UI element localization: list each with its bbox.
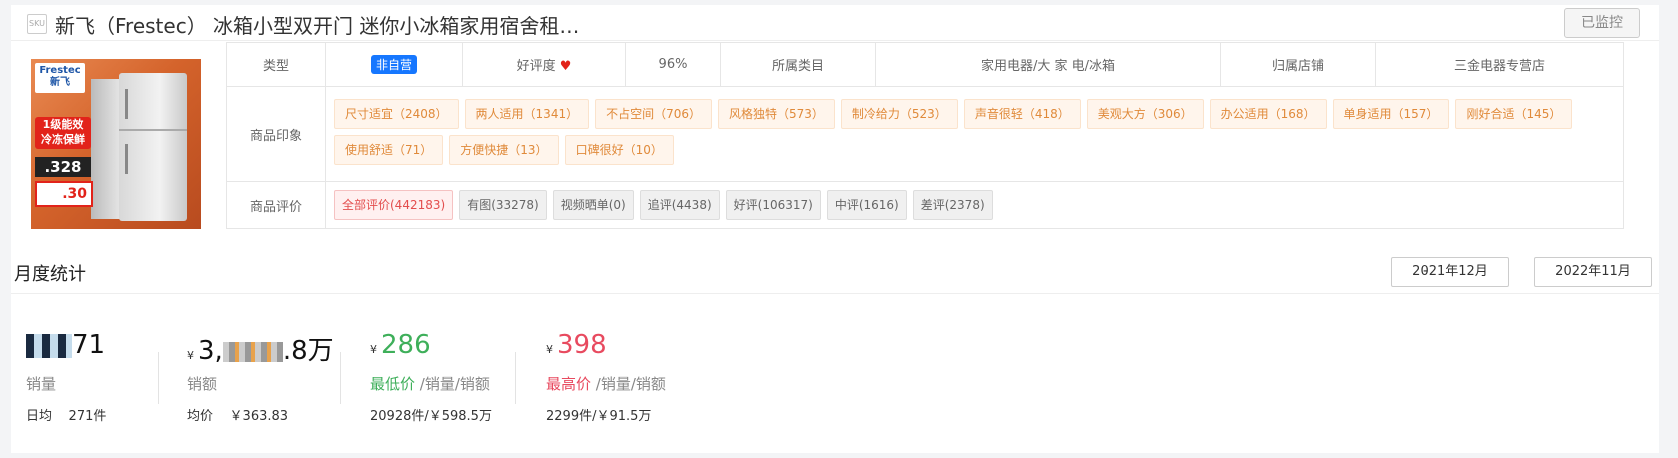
product-info-table: 类型 非自营 好评度 ♥ 96% 所属类目 家用电器/大 家 电/冰箱 归属店铺… (226, 42, 1624, 229)
impression-tag[interactable]: 刚好合适（145） (1455, 99, 1573, 129)
max-price-label: 最高价 /销量/销额 (546, 375, 666, 393)
product-image[interactable]: Frestec 新飞 1级能效 冷冻保鲜 .328 .30 (31, 59, 201, 229)
date-end-picker[interactable]: 2022年11月 (1534, 257, 1652, 287)
fridge-door-illustration (91, 79, 121, 219)
image-price: .328 (35, 157, 91, 177)
rating-cell: 好评度 ♥ (462, 42, 626, 87)
store-label: 归属店铺 (1220, 42, 1376, 87)
sales-label: 销量 (26, 375, 57, 393)
impression-tag[interactable]: 单身适用（157） (1332, 99, 1450, 129)
max-price-stat: ¥398 (546, 330, 607, 360)
date-separator: - (1423, 263, 1429, 279)
revenue-label: 销额 (187, 375, 218, 393)
obscured-value (222, 341, 283, 362)
type-badge: 非自营 (370, 55, 417, 74)
max-price-detail: 2299件/￥91.5万 (546, 409, 652, 424)
monitor-button[interactable]: 已监控 (1564, 8, 1640, 38)
category-value[interactable]: 家用电器/大 家 电/冰箱 (875, 42, 1221, 87)
review-tab[interactable]: 追评(4438) (639, 190, 720, 220)
impression-tag[interactable]: 不占空间（706） (595, 99, 712, 129)
brand-logo: Frestec 新飞 (35, 63, 85, 93)
min-price-detail: 20928件/￥598.5万 (370, 409, 492, 424)
sku-icon: SKU (27, 14, 47, 34)
rating-value: 96% (625, 42, 721, 87)
review-tab[interactable]: 全部评价(442183) (334, 190, 454, 220)
impression-tag[interactable]: 使用舒适（71） (334, 135, 444, 165)
impression-tag[interactable]: 方便快捷（13） (449, 135, 559, 165)
fridge-illustration (119, 73, 187, 221)
revenue-avg: 均价 ￥363.83 (187, 409, 289, 424)
impression-tag[interactable]: 口碑很好（10） (564, 135, 674, 165)
impression-tag[interactable]: 两人适用（1341） (464, 99, 590, 129)
sales-daily: 日均 271件 (26, 409, 107, 424)
impression-label: 商品印象 (226, 86, 326, 182)
impression-tag[interactable]: 尺寸适宜（2408） (334, 99, 459, 129)
rating-label: 好评度 (516, 59, 556, 74)
impression-tag[interactable]: 风格独特（573） (718, 99, 835, 129)
impression-tag[interactable]: 制冷给力（523） (840, 99, 958, 129)
product-title[interactable]: 新飞（Frestec） 冰箱小型双开门 迷你小冰箱家用宿舍租… (55, 10, 579, 39)
date-start-picker[interactable]: 2021年12月 (1391, 257, 1509, 287)
min-price-label: 最低价 /销量/销额 (370, 375, 490, 393)
review-tab[interactable]: 差评(2378) (912, 190, 993, 220)
review-tab[interactable]: 有图(33278) (459, 190, 547, 220)
monthly-title: 月度统计 (14, 264, 86, 285)
store-value[interactable]: 三金电器专营店 (1375, 42, 1624, 87)
obscured-value (26, 333, 72, 358)
sales-stat: 71 (26, 330, 105, 360)
review-label: 商品评价 (226, 181, 326, 229)
type-cell: 非自营 (325, 42, 463, 87)
impression-tag[interactable]: 声音很轻（418） (963, 99, 1081, 129)
min-price-stat: ¥286 (370, 330, 431, 360)
title-row: SKU 新飞（Frestec） 冰箱小型双开门 迷你小冰箱家用宿舍租… 已监控 (11, 5, 1659, 41)
heart-icon: ♥ (559, 59, 572, 74)
category-label: 所属类目 (720, 42, 876, 87)
image-coupon: .30 (35, 181, 93, 207)
review-tab[interactable]: 视频晒单(0) (552, 190, 634, 220)
review-tabs: 全部评价(442183) 有图(33278) 视频晒单(0) 追评(4438) 好评(1… (325, 181, 1624, 229)
revenue-stat: ¥3, .8万 (187, 336, 334, 366)
type-label: 类型 (226, 42, 326, 87)
energy-badge: 1级能效 冷冻保鲜 (35, 117, 91, 149)
impression-tag[interactable]: 办公适用（168） (1209, 99, 1327, 129)
review-tab[interactable]: 中评(1616) (826, 190, 907, 220)
impression-tags: 尺寸适宜（2408） 两人适用（1341） 不占空间（706） 风格独特（573） 制冷… (325, 86, 1624, 182)
divider (11, 293, 1659, 294)
impression-tag[interactable]: 美观大方（306） (1086, 99, 1204, 129)
review-tab[interactable]: 好评(106317) (725, 190, 821, 220)
